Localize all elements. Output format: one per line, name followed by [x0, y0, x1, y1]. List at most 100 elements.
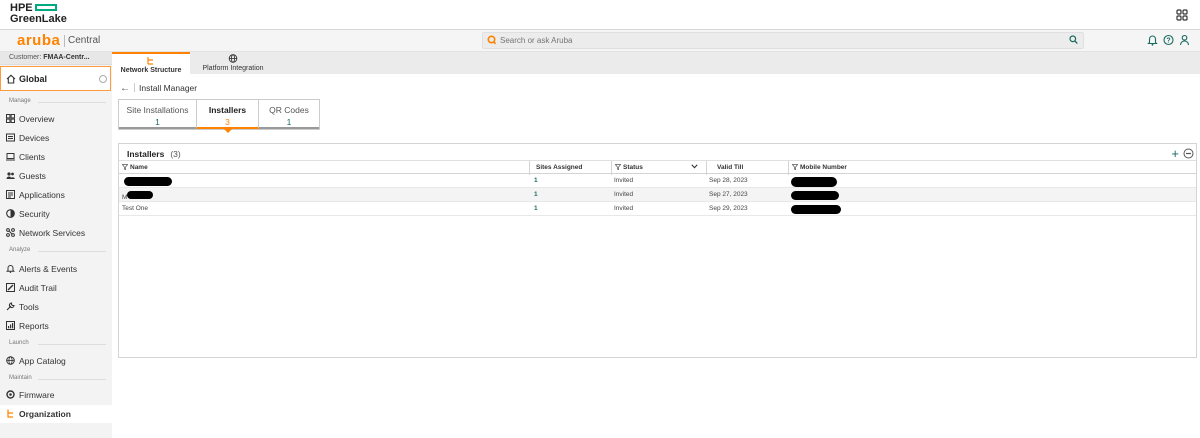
tab-network-structure[interactable]: Network Structure — [112, 52, 190, 74]
sidebar-item-devices[interactable]: Devices — [0, 129, 112, 147]
cell-sites-assigned[interactable]: 1 — [529, 188, 611, 202]
cell-name — [119, 174, 529, 188]
sidebar-item-label: Audit Trail — [19, 283, 57, 293]
tab-label: Site Installations — [126, 105, 189, 115]
help-icon[interactable]: ? — [1163, 34, 1174, 46]
cell-mobile-number — [788, 202, 1196, 216]
sidebar-item-firmware[interactable]: Firmware — [0, 386, 112, 404]
user-profile-icon[interactable] — [1179, 34, 1190, 46]
clients-icon — [6, 153, 15, 161]
tab-installers[interactable]: Installers 3 — [197, 100, 259, 133]
bell-icon — [6, 265, 15, 273]
section-analyze: Analyze — [0, 247, 112, 253]
sidebar-item-label: Security — [19, 209, 50, 219]
group-selector-global[interactable]: Global — [0, 66, 111, 91]
app-launcher-icon[interactable] — [1176, 9, 1188, 21]
add-installer-icon[interactable]: + — [1171, 147, 1179, 160]
section-manage: Manage — [0, 98, 112, 104]
tab-site-installations[interactable]: Site Installations 1 — [119, 100, 197, 129]
cell-valid-till: Sep 28, 2023 — [709, 177, 748, 184]
search-box[interactable] — [482, 32, 1084, 49]
column-header-valid-till[interactable]: Valid Till — [706, 161, 788, 175]
global-label: Global — [19, 74, 48, 84]
sidebar-item-tools[interactable]: Tools — [0, 298, 112, 316]
sidebar-item-security[interactable]: Security — [0, 205, 112, 223]
sidebar-item-label: Applications — [19, 190, 65, 200]
sidebar-item-network-services[interactable]: Network Services — [0, 224, 112, 242]
table-row[interactable]: 1 Invited Sep 28, 2023 — [119, 174, 1196, 188]
customer-name: FMAA-Centr... — [43, 54, 90, 61]
cell-valid-till: Sep 29, 2023 — [709, 205, 748, 212]
main-content: ← Install Manager Site Installations 1 In… — [112, 74, 1200, 438]
hpe-greenlake-bar: HPE GreenLake — [0, 0, 1200, 30]
column-label: Name — [130, 164, 148, 171]
more-options-icon[interactable] — [1183, 148, 1194, 159]
filter-icon[interactable] — [122, 164, 128, 170]
product-name: Central — [68, 35, 101, 46]
cell-mobile-number — [788, 188, 1196, 202]
chevron-down-icon[interactable] — [691, 164, 698, 169]
section-launch: Launch — [0, 340, 112, 346]
tab-platform-integration-label: Platform Integration — [202, 65, 264, 72]
sidebar-item-label: Guests — [19, 171, 46, 181]
installers-table: Name Sites Assigned Status Valid Till Mo… — [119, 160, 1196, 216]
sidebar-item-alerts-events[interactable]: Alerts & Events — [0, 260, 112, 278]
back-arrow-icon[interactable]: ← — [120, 83, 132, 94]
tab-label: Installers — [208, 105, 247, 115]
sidebar-item-label: Reports — [19, 321, 49, 331]
panel-title: Installers (3) — [127, 149, 181, 159]
sidebar-item-app-catalog[interactable]: App Catalog — [0, 352, 112, 370]
table-row[interactable]: M 1 Invited Sep 27, 2023 — [119, 188, 1196, 202]
group-filter-icon[interactable] — [99, 75, 107, 83]
network-structure-icon — [147, 57, 153, 65]
tab-network-structure-label: Network Structure — [120, 67, 182, 74]
tab-qr-codes[interactable]: QR Codes 1 — [259, 100, 319, 129]
hpe-element-icon — [34, 4, 57, 11]
tab-label: QR Codes — [269, 105, 309, 115]
column-header-sites-assigned[interactable]: Sites Assigned — [529, 161, 611, 175]
panel-count: (3) — [170, 149, 181, 159]
cell-sites-assigned[interactable]: 1 — [529, 202, 611, 216]
network-services-icon — [6, 228, 15, 237]
svg-text:?: ? — [1166, 38, 1170, 45]
home-icon — [6, 74, 16, 84]
organization-tabs: Network Structure Platform Integration — [112, 52, 1200, 74]
search-icon[interactable] — [1069, 35, 1078, 45]
filter-icon[interactable] — [615, 164, 621, 170]
redacted-name — [127, 191, 154, 199]
table-row[interactable]: Test One 1 Invited Sep 29, 2023 — [119, 202, 1196, 216]
aruba-logo[interactable]: aruba — [17, 33, 60, 49]
sidebar-item-overview[interactable]: Overview — [0, 110, 112, 128]
cell-valid-till: Sep 27, 2023 — [709, 191, 748, 198]
aruba-header: aruba Central ? — [0, 30, 1200, 52]
globe-icon — [6, 356, 15, 365]
sidebar-item-applications[interactable]: Applications — [0, 186, 112, 204]
tab-platform-integration[interactable]: Platform Integration — [190, 52, 276, 74]
sidebar-item-clients[interactable]: Clients — [0, 148, 112, 166]
column-header-name[interactable]: Name — [119, 161, 529, 175]
install-manager-tabs: Site Installations 1 Installers 3 QR Cod… — [118, 99, 320, 133]
cell-mobile-number — [788, 174, 1196, 188]
filter-icon[interactable] — [792, 164, 798, 170]
sidebar-item-organization[interactable]: Organization — [0, 405, 112, 423]
section-maintain: Maintain — [0, 375, 112, 381]
sidebar-item-audit-trail[interactable]: Audit Trail — [0, 279, 112, 297]
customer-label: Customer: — [9, 54, 42, 61]
redacted-mobile — [791, 205, 841, 214]
customer-selector[interactable]: Customer: FMAA-Centr... — [0, 52, 112, 65]
sidebar-item-reports[interactable]: Reports — [0, 317, 112, 335]
sidebar-item-label: Firmware — [19, 390, 55, 400]
column-header-mobile-number[interactable]: Mobile Number — [788, 161, 1196, 175]
search-input[interactable] — [500, 34, 1060, 47]
hpe-greenlake-logo[interactable]: HPE GreenLake — [10, 3, 67, 25]
cell-sites-assigned[interactable]: 1 — [529, 174, 611, 188]
column-header-status[interactable]: Status — [611, 161, 706, 175]
applications-icon — [6, 190, 15, 199]
tab-count: 1 — [155, 117, 160, 127]
tools-icon — [6, 302, 15, 311]
sidebar-item-guests[interactable]: Guests — [0, 167, 112, 185]
overview-icon — [6, 114, 15, 123]
firmware-icon — [6, 390, 15, 399]
organization-icon — [7, 409, 13, 418]
notifications-bell-icon[interactable] — [1147, 34, 1158, 46]
